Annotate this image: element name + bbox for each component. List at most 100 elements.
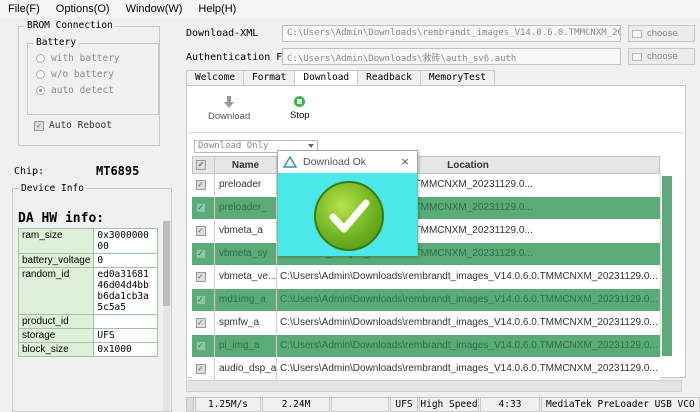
table-row[interactable]: ✓vbmeta_syrembrandt_images_V14.0.6.0.TMM…: [192, 243, 660, 266]
download-button[interactable]: Download: [208, 96, 250, 122]
download-mode-value: Download Only: [198, 141, 269, 151]
battery-group: Battery with battery w/o battery auto de…: [27, 37, 159, 115]
checkmark-icon: ✓: [195, 202, 206, 213]
select-all-checkbox[interactable]: ✓: [193, 157, 215, 173]
row-checkbox[interactable]: ✓: [192, 312, 214, 334]
status-progress: [186, 397, 194, 412]
status-usb-speed: High Speed: [419, 397, 479, 412]
close-icon[interactable]: ×: [401, 154, 409, 169]
row-checkbox[interactable]: ✓: [192, 289, 214, 311]
menu-options[interactable]: Options(O): [48, 3, 118, 15]
success-check-icon: [314, 181, 384, 251]
column-header-name[interactable]: Name: [215, 157, 277, 173]
tab-welcome[interactable]: Welcome: [186, 70, 245, 85]
checkmark-icon: ✓: [195, 363, 206, 374]
stop-icon: [294, 96, 306, 107]
hw-value: 0x300000000: [93, 228, 158, 254]
radio-label: w/o battery: [51, 69, 114, 80]
partition-location: C:\Users\Admin\Downloads\rembrandt_image…: [276, 358, 660, 380]
hw-info-scroll-thumb[interactable]: [163, 221, 170, 306]
brom-connection-title: BROM Connection: [25, 20, 115, 31]
radio-without-battery[interactable]: w/o battery: [36, 69, 114, 80]
choose-label: choose: [647, 51, 678, 62]
radio-auto-detect[interactable]: auto detect: [36, 85, 114, 96]
row-checkbox[interactable]: ✓: [192, 266, 214, 288]
row-checkbox[interactable]: ✓: [192, 220, 214, 242]
dialog-body: [278, 173, 417, 256]
hw-value: ed0a3168146d04d4bbb6da1cb3a5c5a5: [93, 267, 158, 315]
checkmark-icon: ✓: [195, 294, 206, 305]
table-row[interactable]: ✓preloader_rembrandt_images_V14.0.6.0.TM…: [192, 197, 660, 220]
choose-auth-file-button[interactable]: choose: [628, 48, 695, 65]
table-row[interactable]: ✓ audio_dsp_a C:\Users\Admin\Downloads\rem…: [192, 358, 660, 381]
status-size: 2.24M: [262, 397, 330, 412]
table-row: storage UFS: [17, 328, 158, 343]
row-checkbox[interactable]: ✓: [192, 174, 214, 196]
checkmark-icon: ✓: [195, 225, 206, 236]
row-checkbox[interactable]: ✓: [192, 197, 214, 219]
device-info-title: Device Info: [19, 183, 86, 194]
tab-format[interactable]: Format: [243, 70, 296, 85]
menu-window[interactable]: Window(W): [118, 3, 191, 15]
download-ok-dialog: Download Ok ×: [277, 150, 418, 256]
table-row[interactable]: ✓ pi_img_a C:\Users\Admin\Downloads\rembra…: [192, 335, 660, 358]
menu-help[interactable]: Help(H): [190, 3, 244, 15]
tab-readback[interactable]: Readback: [357, 70, 421, 85]
partition-location: C:\Users\Admin\Downloads\rembrandt_image…: [276, 266, 660, 288]
table-row: block_size 0x1000: [17, 342, 158, 357]
partition-location: C:\Users\Admin\Downloads\rembrandt_image…: [276, 312, 660, 334]
table-row[interactable]: ✓ spmfw_a C:\Users\Admin\Downloads\rembran…: [192, 312, 660, 335]
auto-reboot-checkbox[interactable]: ✓ Auto Reboot: [34, 120, 112, 131]
table-row[interactable]: ✓preloaderrembrandt_images_V14.0.6.0.TMM…: [192, 174, 660, 197]
row-checkbox[interactable]: ✓: [192, 358, 214, 380]
battery-title: Battery: [34, 37, 79, 48]
partition-location: C:\Users\Admin\Downloads\rembrandt_image…: [276, 289, 660, 311]
partition-table-header: ✓ Name Location: [192, 156, 660, 174]
status-blank: [331, 397, 389, 412]
partition-name: vbmeta_sy: [214, 243, 276, 265]
checkmark-icon: ✓: [196, 160, 206, 170]
chip-value: MT6895: [96, 164, 140, 178]
choose-download-xml-button[interactable]: choose: [628, 25, 695, 42]
status-speed: 1.25M/s: [195, 397, 261, 412]
auth-file-path[interactable]: C:\Users\Admin\Downloads\救砖\auth_sv6.aut…: [282, 48, 621, 65]
horizontal-scrollbar[interactable]: [186, 380, 682, 392]
radio-with-battery[interactable]: with battery: [36, 53, 120, 64]
radio-icon: [36, 54, 45, 63]
table-row: product_id: [17, 314, 158, 329]
partition-name: preloader_: [214, 197, 276, 219]
row-checkbox[interactable]: ✓: [192, 335, 214, 357]
download-xml-path[interactable]: C:\Users\Admin\Downloads\rembrandt_image…: [282, 25, 621, 42]
partition-location: C:\Users\Admin\Downloads\rembrandt_image…: [276, 335, 660, 357]
choose-label: choose: [647, 28, 678, 39]
row-checkbox[interactable]: ✓: [192, 243, 214, 265]
partition-name: audio_dsp_a: [214, 358, 276, 380]
dialog-titlebar: Download Ok ×: [278, 151, 417, 173]
tab-download[interactable]: Download: [294, 70, 359, 85]
checkmark-icon: ✓: [195, 317, 206, 328]
table-row: random_id ed0a3168146d04d4bbb6da1cb3a5c5a…: [17, 267, 158, 315]
radio-label: auto detect: [51, 85, 114, 96]
table-row[interactable]: ✓ vbmeta_ve... C:\Users\Admin\Downloads\re…: [192, 266, 660, 289]
hw-key: storage: [17, 328, 95, 343]
download-arrow-icon: [224, 96, 235, 108]
radio-selected-icon: [36, 86, 45, 95]
hw-value: 0: [93, 253, 158, 268]
radio-label: with battery: [51, 53, 120, 64]
hw-value: [93, 314, 158, 329]
stop-button[interactable]: Stop: [290, 96, 310, 121]
download-label: Download: [208, 111, 251, 122]
table-row[interactable]: ✓vbmeta_arembrandt_images_V14.0.6.0.TMMC…: [192, 220, 660, 243]
folder-icon: [632, 52, 642, 61]
tab-bar: Welcome Format Download Readback MemoryT…: [186, 70, 686, 85]
table-row[interactable]: ✓ md1img_a C:\Users\Admin\Downloads\rembra…: [192, 289, 660, 312]
status-port: MediaTek PreLoader USB VCO: [541, 397, 700, 412]
status-bar: 1.25M/s 2.24M UFS High Speed 4:33 MediaT…: [186, 397, 700, 412]
hw-value: UFS: [93, 328, 158, 343]
chevron-down-icon: [308, 144, 314, 148]
tab-memorytest[interactable]: MemoryTest: [419, 70, 496, 85]
checkmark-icon: ✓: [195, 271, 206, 282]
table-scroll-thumb[interactable]: [662, 176, 672, 356]
menu-file[interactable]: File(F): [0, 3, 48, 15]
hw-key: product_id: [17, 314, 95, 329]
